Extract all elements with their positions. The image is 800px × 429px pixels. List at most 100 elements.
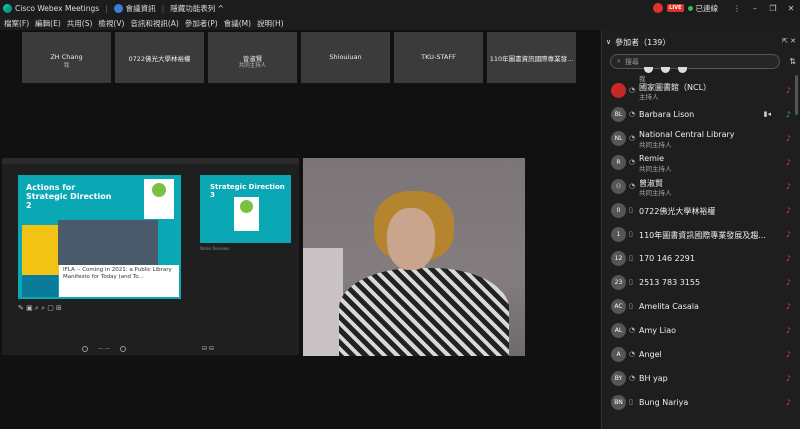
menu-view[interactable]: 檢視(V) — [98, 18, 124, 29]
list-item[interactable]: AL ◔ Amy Liao ♪ — [602, 320, 800, 342]
slide-next-logo — [234, 197, 259, 231]
record-icon[interactable] — [653, 3, 664, 13]
sort-icon[interactable]: ⇅ — [789, 57, 796, 66]
panel-header-icons[interactable]: ⇱ ✕ — [782, 37, 796, 45]
hide-menu-button[interactable]: 隱藏功能表列 ^ — [170, 3, 224, 14]
video-tile[interactable]: 110年圖書資訊國際專業發... — [487, 32, 576, 83]
menu-edit[interactable]: 編輯(E) — [35, 18, 61, 29]
mic-active-icon[interactable]: ♪ — [786, 110, 791, 119]
avatar: AC — [611, 299, 626, 314]
audio-icon: ◔ — [629, 134, 636, 142]
menu-participant[interactable]: 參加者(P) — [185, 18, 218, 29]
mic-muted-icon[interactable]: ♪ — [786, 374, 791, 383]
slide-counter: — — — [98, 345, 110, 352]
avatar: 0 — [611, 203, 626, 218]
menu-file[interactable]: 檔案(F) — [4, 18, 29, 29]
video-tile[interactable]: TKU-STAFF — [394, 32, 483, 83]
shared-content[interactable]: Actions for Strategic Direction 2 IFLA -… — [2, 158, 299, 355]
menu-audio-video[interactable]: 音訊和視訊(A) — [130, 18, 178, 29]
list-item[interactable]: R ◔ Remie 共同主持人 ♪ — [602, 152, 800, 174]
list-item[interactable]: A ◔ Angel ♪ — [602, 344, 800, 366]
list-item[interactable]: 0 ▯ 0722佛光大學林裕權 ♪ — [602, 200, 800, 222]
notes-scroll[interactable]: ⊟ ⊟ — [202, 345, 214, 352]
list-item[interactable]: ◔ 國家圖書館（NCL） 主持人 ♪ — [602, 80, 800, 102]
list-item[interactable]: NL ◔ National Central Library 共同主持人 ♪ — [602, 128, 800, 150]
audio-icon: ◔ — [629, 374, 636, 382]
menu-bar: 檔案(F) 編輯(E) 共用(S) 檢視(V) 音訊和視訊(A) 參加者(P) … — [0, 16, 800, 30]
panel-header: ∨ 參加者（139） ⇱ ✕ — [602, 30, 800, 54]
video-tile[interactable]: Shiouiuan — [301, 32, 390, 83]
list-item[interactable]: 12 ▯ 170 146 2291 ♪ — [602, 248, 800, 270]
mic-muted-icon[interactable]: ♪ — [786, 134, 791, 143]
window-minimize-button[interactable]: – — [746, 4, 764, 13]
slide-logo — [144, 179, 174, 219]
camera-icon[interactable]: ▮◂ — [764, 110, 771, 118]
window-more-button[interactable]: ⋮ — [728, 4, 746, 13]
avatar: 1 — [611, 227, 626, 242]
video-tile[interactable]: 0722佛光大學林裕權 — [115, 32, 204, 83]
slide-logo-icon — [152, 183, 166, 197]
mic-muted-icon[interactable]: ♪ — [786, 206, 791, 215]
avatar: 23 — [611, 275, 626, 290]
list-item[interactable]: ⚇ ◔ 曾淑賢 共同主持人 ♪ — [602, 176, 800, 198]
mic-muted-icon[interactable]: ♪ — [786, 182, 791, 191]
menu-share[interactable]: 共用(S) — [67, 18, 93, 29]
avatar: BN — [611, 395, 626, 410]
phone-icon: ▯ — [629, 398, 633, 406]
participant-list-scrollbar[interactable] — [795, 75, 798, 115]
tile-name: 0722佛光大學林裕權 — [128, 55, 191, 63]
partial-button[interactable] — [644, 67, 653, 73]
menu-help[interactable]: 說明(H) — [257, 18, 284, 29]
tile-name: TKU-STAFF — [421, 53, 456, 61]
mic-muted-icon[interactable]: ♪ — [786, 302, 791, 311]
mic-muted-icon[interactable]: ♪ — [786, 398, 791, 407]
video-tile[interactable]: 曾淑賢 共同主持人 — [208, 32, 297, 83]
slide-photo — [58, 220, 158, 265]
mic-muted-icon[interactable]: ♪ — [786, 230, 791, 239]
share-header — [2, 158, 299, 164]
mic-muted-icon[interactable]: ♪ — [786, 158, 791, 167]
list-item[interactable]: BN ▯ Bung Nariya ♪ — [602, 392, 800, 414]
avatar: A — [611, 347, 626, 362]
slide-tools[interactable]: ✎ ▣ ⌕ ⌕ ▢ ⊞ — [18, 304, 62, 313]
meeting-stage: ZH Chang 我 0722佛光大學林裕權 曾淑賢 共同主持人 Shiouiu… — [0, 30, 600, 429]
list-item[interactable]: BY ◔ BH yap ♪ — [602, 368, 800, 390]
search-placeholder: 搜尋 — [624, 57, 639, 66]
partial-button[interactable] — [661, 67, 670, 73]
next-slide-icon[interactable] — [120, 345, 126, 352]
audio-icon: ◔ — [629, 110, 636, 118]
collapse-chevron-icon[interactable]: ∨ — [606, 38, 611, 46]
title-bar: Cisco Webex Meetings | 會議資訊 | 隱藏功能表列 ^ L… — [0, 0, 800, 16]
mic-muted-icon[interactable]: ♪ — [786, 326, 791, 335]
title-separator: | — [105, 3, 108, 13]
window-close-button[interactable]: ✕ — [782, 4, 800, 13]
partial-button[interactable] — [678, 67, 687, 73]
list-item[interactable]: 1 ▯ 110年圖書資訊國際專業發展及趨... ♪ — [602, 224, 800, 246]
meeting-info-icon[interactable] — [113, 3, 123, 13]
notes-label: Notes Reviews — [200, 246, 230, 251]
avatar: NL — [611, 131, 626, 146]
participant-name: 0722佛光大學林裕權 — [639, 207, 716, 216]
active-speaker-video[interactable] — [303, 158, 525, 356]
search-input[interactable]: ⌕ 搜尋 — [610, 54, 780, 69]
list-item[interactable]: BL ◔ Barbara Lison ▮◂ ♪ — [602, 104, 800, 126]
slide-navigation[interactable]: — — — [82, 345, 126, 352]
meeting-info-button[interactable]: 會議資訊 — [126, 3, 156, 14]
participant-name: BH yap — [639, 374, 668, 383]
tile-name: Shiouiuan — [329, 53, 362, 61]
video-tile[interactable]: ZH Chang 我 — [22, 32, 111, 83]
window-maximize-button[interactable]: ❐ — [764, 4, 782, 13]
mic-muted-icon[interactable]: ♪ — [786, 350, 791, 359]
participant-name: National Central Library — [639, 130, 735, 139]
list-item[interactable]: 23 ▯ 2513 783 3155 ♪ — [602, 272, 800, 294]
menu-meeting[interactable]: 會議(M) — [224, 18, 251, 29]
mic-muted-icon[interactable]: ♪ — [786, 278, 791, 287]
mic-muted-icon[interactable]: ♪ — [786, 254, 791, 263]
participant-name: Remie — [639, 154, 665, 163]
speaker-body — [339, 268, 509, 356]
webex-logo-icon — [3, 3, 12, 13]
mic-muted-icon[interactable]: ♪ — [786, 86, 791, 95]
avatar: 12 — [611, 251, 626, 266]
phone-icon: ▯ — [629, 254, 633, 262]
list-item[interactable]: AC ▯ Amelita Casala ♪ — [602, 296, 800, 318]
